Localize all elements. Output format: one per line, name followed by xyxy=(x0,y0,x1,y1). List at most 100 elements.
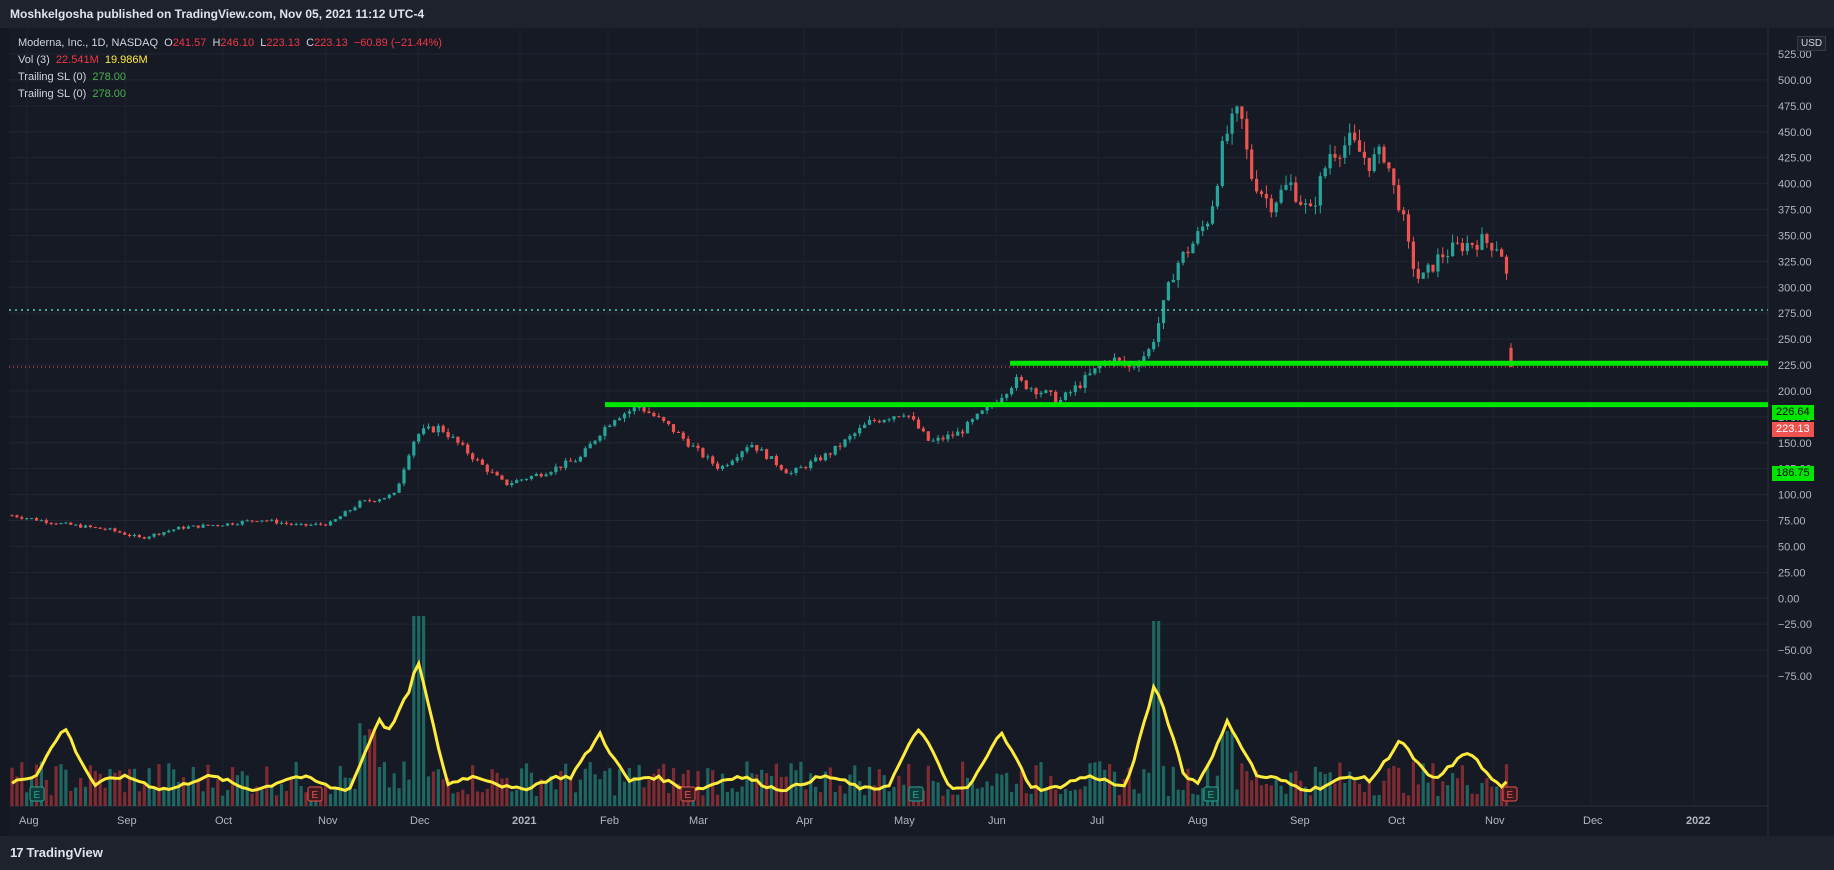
volume-bar xyxy=(662,763,666,806)
candle-body xyxy=(539,473,543,477)
candle-body xyxy=(500,475,504,480)
volume-bar xyxy=(1235,789,1239,806)
candle-body xyxy=(1230,113,1234,134)
volume-bar xyxy=(426,776,431,806)
candle-body xyxy=(363,500,367,502)
volume-bar xyxy=(20,762,24,806)
volume-bar xyxy=(1171,766,1175,806)
currency-label[interactable]: USD xyxy=(1797,36,1827,51)
candle-body xyxy=(118,531,122,533)
y-tick-label: 275.00 xyxy=(1778,308,1812,320)
low-value: 223.13 xyxy=(266,37,300,49)
volume-bar xyxy=(804,789,808,806)
x-tick-label: Sep xyxy=(117,815,137,827)
volume-bar xyxy=(1157,621,1161,806)
candle-body xyxy=(1470,243,1474,245)
volume-bar xyxy=(1019,770,1023,806)
candle-body xyxy=(520,479,524,481)
symbol-label[interactable]: Moderna, Inc., 1D, NASDAQ xyxy=(18,37,158,49)
volume-bar xyxy=(1117,795,1121,806)
volume-bar xyxy=(402,761,406,806)
candle-body xyxy=(324,524,328,526)
x-tick-label: Apr xyxy=(796,815,813,827)
candle-body xyxy=(417,434,421,442)
volume-bar xyxy=(211,787,215,806)
volume-label[interactable]: Vol (3) xyxy=(18,54,50,66)
candle-body xyxy=(902,415,906,417)
candle-body xyxy=(196,525,200,528)
candle-body xyxy=(201,524,205,528)
candle-body xyxy=(549,472,553,475)
candle-body xyxy=(1504,256,1509,274)
candle-body xyxy=(25,518,29,520)
volume-bar xyxy=(284,790,288,806)
candle-body xyxy=(1176,262,1180,280)
volume-bar xyxy=(1470,793,1474,806)
volume-bar xyxy=(725,791,729,806)
volume-bar xyxy=(774,763,778,806)
candle-body xyxy=(44,520,48,523)
candle-body xyxy=(1245,118,1249,150)
volume-bar xyxy=(863,795,867,806)
volume-bar xyxy=(1250,780,1254,806)
volume-bar xyxy=(769,775,774,806)
candle-body xyxy=(1328,154,1332,169)
volume-bar xyxy=(128,768,132,806)
candle-body xyxy=(1073,385,1077,393)
x-tick-label: Jun xyxy=(988,815,1006,827)
candle-body xyxy=(877,420,881,423)
candle-body xyxy=(926,431,930,441)
candle-body xyxy=(431,426,435,433)
volume-bar xyxy=(382,762,386,806)
candle-body xyxy=(30,518,34,520)
price-chart[interactable]: 525.00500.00475.00450.00425.00400.00375.… xyxy=(0,0,1834,870)
candle-body xyxy=(671,424,676,432)
candle-body xyxy=(1019,376,1023,381)
volume-bar xyxy=(1196,794,1200,806)
candle-body xyxy=(505,479,509,486)
candle-body xyxy=(397,483,401,493)
candle-body xyxy=(1215,185,1219,207)
trailing-label-1[interactable]: Trailing SL (0) xyxy=(18,71,86,83)
candle-body xyxy=(20,517,24,519)
volume-bar xyxy=(1166,795,1170,806)
volume-bar xyxy=(524,763,529,806)
candle-body xyxy=(970,419,974,422)
candle-body xyxy=(1029,388,1033,390)
candle-body xyxy=(1083,375,1087,388)
candle-body xyxy=(485,464,489,472)
candle-body xyxy=(765,449,769,459)
candle-body xyxy=(662,417,666,421)
volume-bar xyxy=(897,775,901,806)
candle-body xyxy=(593,440,597,444)
trailing-label-2[interactable]: Trailing SL (0) xyxy=(18,88,86,100)
candle-body xyxy=(128,534,132,537)
y-tick-label: −75.00 xyxy=(1778,671,1812,683)
candle-body xyxy=(1010,387,1014,395)
tradingview-logo[interactable]: 17 TradingView xyxy=(10,845,103,860)
volume-bar xyxy=(1137,793,1141,806)
candle-body xyxy=(1147,349,1151,357)
candle-body xyxy=(343,511,347,517)
volume-bar xyxy=(377,766,382,806)
volume-bar xyxy=(1362,792,1366,806)
y-tick-label: 500.00 xyxy=(1778,75,1812,87)
candle-body xyxy=(1117,357,1121,361)
volume-bar xyxy=(1098,761,1102,806)
volume-bar xyxy=(93,771,97,806)
volume-bar xyxy=(1063,788,1068,806)
x-tick-label: Dec xyxy=(1583,815,1603,827)
volume-bar xyxy=(83,786,88,806)
candle-body xyxy=(1181,251,1185,263)
candle-body xyxy=(93,527,97,529)
volume-bar xyxy=(618,768,622,806)
volume-bar xyxy=(941,795,945,806)
candle-body xyxy=(843,439,847,447)
volume-bar xyxy=(598,779,602,806)
candle-body xyxy=(270,519,274,521)
volume-bar xyxy=(191,766,195,806)
y-tick-label: 0.00 xyxy=(1778,593,1799,605)
x-tick-label: 2022 xyxy=(1686,815,1710,827)
volume-bar xyxy=(1039,762,1043,806)
candle-body xyxy=(255,521,259,523)
